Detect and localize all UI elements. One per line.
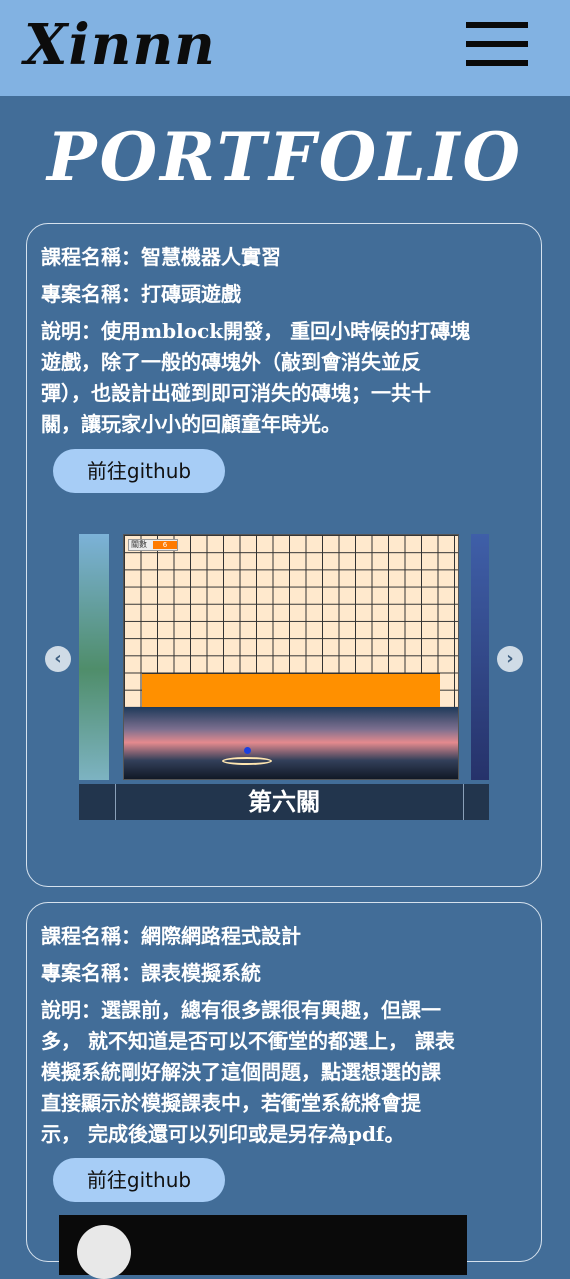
level-counter: 關數 6 — [128, 539, 178, 551]
chevron-right-icon[interactable]: › — [497, 646, 523, 672]
game-background-sky — [124, 707, 458, 779]
project-description-line: 彈），也設計出碰到即可消失的磚塊；一共十 — [41, 381, 431, 405]
hamburger-line — [466, 41, 528, 47]
carousel-slide-active: 關數 6 — [123, 534, 459, 780]
project-description-line: 多， 就不知道是否可以不衝堂的都選上， 課表 — [41, 1029, 455, 1053]
preview-avatar — [77, 1225, 131, 1279]
hamburger-line — [466, 22, 528, 28]
hamburger-menu-icon[interactable] — [466, 22, 528, 68]
github-button[interactable]: 前往github — [53, 1158, 225, 1202]
project-description-line: 模擬系統剛好解決了這個問題，點選想選的課 — [41, 1060, 441, 1084]
carousel-slide-previous[interactable] — [79, 534, 109, 780]
project-description-line: 直接顯示於模擬課表中，若衝堂系統將會提 — [41, 1091, 421, 1115]
level-counter-label: 關數 — [131, 540, 147, 549]
project-name: 專案名稱：課表模擬系統 — [41, 961, 261, 985]
carousel-caption-bar: 第六關 — [79, 784, 489, 820]
github-button[interactable]: 前往github — [53, 449, 225, 493]
carousel-caption: 第六關 — [248, 787, 320, 816]
project-preview-image — [59, 1215, 467, 1279]
project-card: 課程名稱：智慧機器人實習 專案名稱：打磚頭遊戲 說明：使用mblock開發， 重… — [26, 223, 542, 887]
project-description-line: 示， 完成後還可以列印或是另存為pdf。 — [41, 1122, 405, 1146]
game-ball — [244, 747, 251, 754]
project-card: 課程名稱：網際網路程式設計 專案名稱：課表模擬系統 說明：選課前，總有很多課很有… — [26, 902, 542, 1279]
level-counter-value: 6 — [153, 541, 177, 549]
game-bricks — [142, 673, 440, 707]
project-description-line: 遊戲，除了一般的磚塊外（敲到會消失並反 — [41, 350, 421, 374]
hamburger-line — [466, 60, 528, 66]
course-name: 課程名稱：智慧機器人實習 — [41, 245, 281, 269]
project-name: 專案名稱：打磚頭遊戲 — [41, 282, 241, 306]
project-description-line: 說明：選課前，總有很多課很有興趣，但課一 — [41, 998, 441, 1022]
carousel-slide-next[interactable] — [471, 534, 489, 780]
page-title: PORTFOLIO — [46, 118, 524, 196]
chevron-left-icon[interactable]: ‹ — [45, 646, 71, 672]
site-logo[interactable]: Xinnn — [24, 12, 216, 78]
course-name: 課程名稱：網際網路程式設計 — [41, 924, 301, 948]
game-paddle — [222, 757, 272, 765]
project-description-line: 說明：使用mblock開發， 重回小時候的打磚塊 — [41, 319, 471, 343]
top-navbar: Xinnn — [0, 0, 570, 96]
image-carousel: 關數 6 第六關 ‹ › — [41, 534, 529, 824]
project-description-line: 關，讓玩家小小的回顧童年時光。 — [41, 412, 341, 436]
